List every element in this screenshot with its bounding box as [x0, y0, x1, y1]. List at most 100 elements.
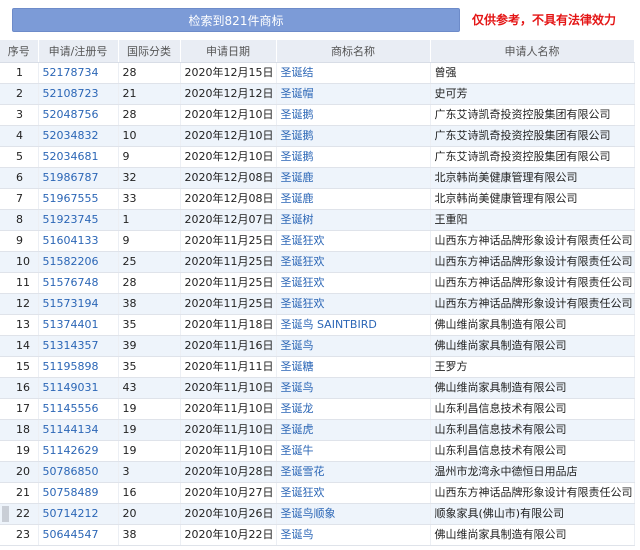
registration-number-link[interactable]: 50786850	[38, 461, 119, 483]
trademark-name-link[interactable]: 圣诞狂欢	[276, 482, 431, 504]
trademark-name-link[interactable]: 圣诞鸟 SAINTBIRD	[276, 314, 431, 336]
applicant-name: 广东艾诗凯奇投资控股集团有限公司	[430, 104, 635, 126]
row-index: 19	[0, 440, 39, 462]
application-date: 2020年11月25日	[180, 251, 277, 273]
registration-number-link[interactable]: 51142629	[38, 440, 119, 462]
row-index: 10	[0, 251, 39, 273]
legal-disclaimer: 仅供参考，不具有法律效力	[472, 13, 617, 27]
scroll-handle[interactable]	[2, 506, 9, 522]
table-row[interactable]: 10 51582206 25 2020年11月25日 圣诞狂欢 山西东方神话品牌形象设计有…	[0, 251, 635, 273]
application-date: 2020年12月10日	[180, 146, 277, 168]
results-header: 检索到821件商标 仅供参考，不具有法律效力	[0, 0, 640, 40]
column-header-trademark[interactable]: 商标名称	[276, 40, 431, 63]
registration-number-link[interactable]: 51149031	[38, 377, 119, 399]
registration-number-link[interactable]: 52178734	[38, 62, 119, 84]
registration-number-link[interactable]: 51986787	[38, 167, 119, 189]
table-row[interactable]: 4 52034832 10 2020年12月10日 圣诞鹅 广东艾诗凯奇投资控股集团有限公…	[0, 125, 635, 147]
table-row[interactable]: 23 50644547 38 2020年10月22日 圣诞鸟 佛山维尚家具制造有限公司	[0, 524, 635, 546]
registration-number-link[interactable]: 50714212	[38, 503, 119, 525]
table-body: 1 52178734 28 2020年12月15日 圣诞结 曾强 2 52108723 21 20…	[0, 62, 635, 546]
table-row[interactable]: 21 50758489 16 2020年10月27日 圣诞狂欢 山西东方神话品牌形象设计有…	[0, 482, 635, 504]
table-row[interactable]: 22 50714212 20 2020年10月26日 圣诞鸟顺象 顺象家具(佛山市)有限公…	[0, 503, 635, 525]
registration-number-link[interactable]: 51573194	[38, 293, 119, 315]
registration-number-link[interactable]: 50644547	[38, 524, 119, 546]
table-row[interactable]: 3 52048756 28 2020年12月10日 圣诞鹅 广东艾诗凯奇投资控股集团有限公…	[0, 104, 635, 126]
trademark-name-link[interactable]: 圣诞牛	[276, 440, 431, 462]
row-index: 3	[0, 104, 39, 126]
trademark-name-link[interactable]: 圣诞鹅	[276, 125, 431, 147]
trademark-name-link[interactable]: 圣诞狂欢	[276, 293, 431, 315]
table-row[interactable]: 2 52108723 21 2020年12月12日 圣诞帽 史可芳	[0, 83, 635, 105]
trademark-name-link[interactable]: 圣诞狂欢	[276, 230, 431, 252]
table-row[interactable]: 11 51576748 28 2020年11月25日 圣诞狂欢 山西东方神话品牌形象设计有…	[0, 272, 635, 294]
table-row[interactable]: 13 51374401 35 2020年11月18日 圣诞鸟 SAINTBIRD 佛山维尚…	[0, 314, 635, 336]
row-index: 13	[0, 314, 39, 336]
applicant-name: 山西东方神话品牌形象设计有限责任公司	[430, 272, 635, 294]
trademark-name-link[interactable]: 圣诞鸟	[276, 524, 431, 546]
registration-number-link[interactable]: 52034832	[38, 125, 119, 147]
registration-number-link[interactable]: 50758489	[38, 482, 119, 504]
table-row[interactable]: 12 51573194 38 2020年11月25日 圣诞狂欢 山西东方神话品牌形象设计有…	[0, 293, 635, 315]
registration-number-link[interactable]: 51145556	[38, 398, 119, 420]
registration-number-link[interactable]: 51195898	[38, 356, 119, 378]
trademark-name-link[interactable]: 圣诞雪花	[276, 461, 431, 483]
table-row[interactable]: 15 51195898 35 2020年11月11日 圣诞糖 王罗方	[0, 356, 635, 378]
trademark-name-link[interactable]: 圣诞狂欢	[276, 251, 431, 273]
trademark-name-link[interactable]: 圣诞龙	[276, 398, 431, 420]
table-row[interactable]: 18 51144134 19 2020年11月10日 圣诞虎 山东利昌信息技术有限公司	[0, 419, 635, 441]
trademark-name-link[interactable]: 圣诞鸟顺象	[276, 503, 431, 525]
applicant-name: 佛山维尚家具制造有限公司	[430, 335, 635, 357]
trademark-name-link[interactable]: 圣诞鹿	[276, 167, 431, 189]
table-row[interactable]: 8 51923745 1 2020年12月07日 圣诞树 王重阳	[0, 209, 635, 231]
trademark-name-link[interactable]: 圣诞虎	[276, 419, 431, 441]
table-row[interactable]: 16 51149031 43 2020年11月10日 圣诞鸟 佛山维尚家具制造有限公司	[0, 377, 635, 399]
registration-number-link[interactable]: 51967555	[38, 188, 119, 210]
international-class: 16	[118, 482, 181, 504]
registration-number-link[interactable]: 51314357	[38, 335, 119, 357]
table-row[interactable]: 19 51142629 19 2020年11月10日 圣诞牛 山东利昌信息技术有限公司	[0, 440, 635, 462]
row-index: 20	[0, 461, 39, 483]
registration-number-link[interactable]: 51923745	[38, 209, 119, 231]
row-index: 1	[0, 62, 39, 84]
registration-number-link[interactable]: 51604133	[38, 230, 119, 252]
registration-number-link[interactable]: 51374401	[38, 314, 119, 336]
column-header-reg-no[interactable]: 申请/注册号	[38, 40, 119, 63]
table-row[interactable]: 7 51967555 33 2020年12月08日 圣诞鹿 北京韩尚美健康管理有限公司	[0, 188, 635, 210]
trademark-name-link[interactable]: 圣诞结	[276, 62, 431, 84]
applicant-name: 北京韩尚美健康管理有限公司	[430, 167, 635, 189]
trademark-name-link[interactable]: 圣诞鸟	[276, 377, 431, 399]
trademark-name-link[interactable]: 圣诞鹅	[276, 146, 431, 168]
table-row[interactable]: 6 51986787 32 2020年12月08日 圣诞鹿 北京韩尚美健康管理有限公司	[0, 167, 635, 189]
application-date: 2020年12月10日	[180, 125, 277, 147]
registration-number-link[interactable]: 51144134	[38, 419, 119, 441]
applicant-name: 佛山维尚家具制造有限公司	[430, 314, 635, 336]
trademark-name-link[interactable]: 圣诞鹅	[276, 104, 431, 126]
trademark-name-link[interactable]: 圣诞帽	[276, 83, 431, 105]
registration-number-link[interactable]: 52034681	[38, 146, 119, 168]
column-header-class[interactable]: 国际分类	[118, 40, 181, 63]
trademark-name-link[interactable]: 圣诞树	[276, 209, 431, 231]
application-date: 2020年11月10日	[180, 377, 277, 399]
registration-number-link[interactable]: 51576748	[38, 272, 119, 294]
registration-number-link[interactable]: 51582206	[38, 251, 119, 273]
trademark-name-link[interactable]: 圣诞糖	[276, 356, 431, 378]
trademark-results-table: 序号 申请/注册号 国际分类 申请日期 商标名称 申请人名称 1 52178734…	[0, 40, 635, 546]
search-result-count-button[interactable]: 检索到821件商标	[12, 8, 460, 32]
registration-number-link[interactable]: 52108723	[38, 83, 119, 105]
row-index: 4	[0, 125, 39, 147]
table-row[interactable]: 1 52178734 28 2020年12月15日 圣诞结 曾强	[0, 62, 635, 84]
table-row[interactable]: 9 51604133 9 2020年11月25日 圣诞狂欢 山西东方神话品牌形象设计有限责…	[0, 230, 635, 252]
registration-number-link[interactable]: 52048756	[38, 104, 119, 126]
row-index: 11	[0, 272, 39, 294]
row-index: 15	[0, 356, 39, 378]
table-row[interactable]: 20 50786850 3 2020年10月28日 圣诞雪花 温州市龙湾永中德恒日用品店	[0, 461, 635, 483]
trademark-name-link[interactable]: 圣诞鸟	[276, 335, 431, 357]
table-row[interactable]: 5 52034681 9 2020年12月10日 圣诞鹅 广东艾诗凯奇投资控股集团有限公司	[0, 146, 635, 168]
column-header-applicant[interactable]: 申请人名称	[430, 40, 635, 63]
column-header-date[interactable]: 申请日期	[180, 40, 277, 63]
application-date: 2020年12月08日	[180, 188, 277, 210]
table-row[interactable]: 14 51314357 39 2020年11月16日 圣诞鸟 佛山维尚家具制造有限公司	[0, 335, 635, 357]
trademark-name-link[interactable]: 圣诞鹿	[276, 188, 431, 210]
table-row[interactable]: 17 51145556 19 2020年11月10日 圣诞龙 山东利昌信息技术有限公司	[0, 398, 635, 420]
trademark-name-link[interactable]: 圣诞狂欢	[276, 272, 431, 294]
